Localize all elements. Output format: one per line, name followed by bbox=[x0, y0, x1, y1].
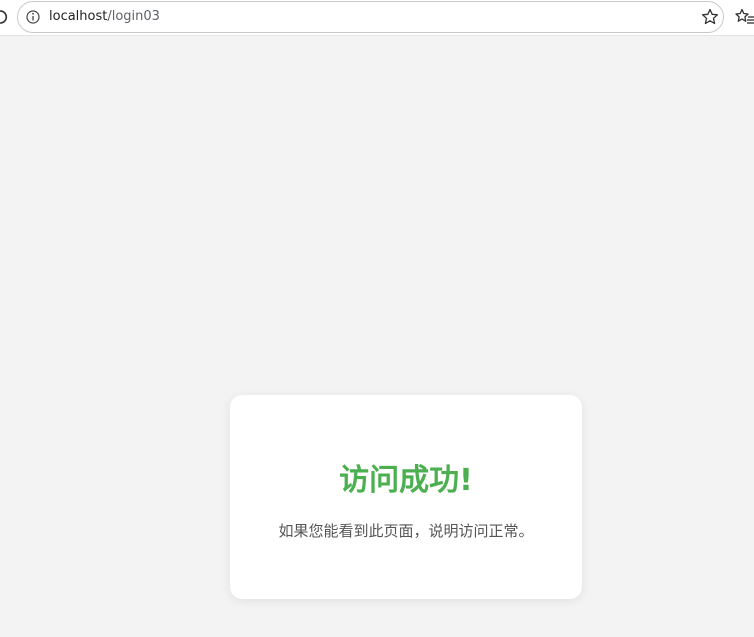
success-message: 如果您能看到此页面，说明访问正常。 bbox=[278, 522, 534, 540]
url-text[interactable]: localhost/login03 bbox=[49, 9, 160, 25]
browser-toolbar: localhost/login03 bbox=[0, 0, 754, 36]
reload-icon[interactable] bbox=[0, 8, 8, 26]
info-icon[interactable] bbox=[26, 10, 40, 24]
star-icon[interactable] bbox=[701, 8, 719, 26]
url-path: /login03 bbox=[107, 9, 160, 24]
success-title: 访问成功! bbox=[339, 463, 473, 498]
url-host: localhost bbox=[49, 9, 108, 24]
address-bar[interactable]: localhost/login03 bbox=[17, 1, 724, 33]
favorites-list-icon[interactable] bbox=[735, 8, 754, 26]
success-card: 访问成功! 如果您能看到此页面，说明访问正常。 bbox=[230, 395, 582, 599]
